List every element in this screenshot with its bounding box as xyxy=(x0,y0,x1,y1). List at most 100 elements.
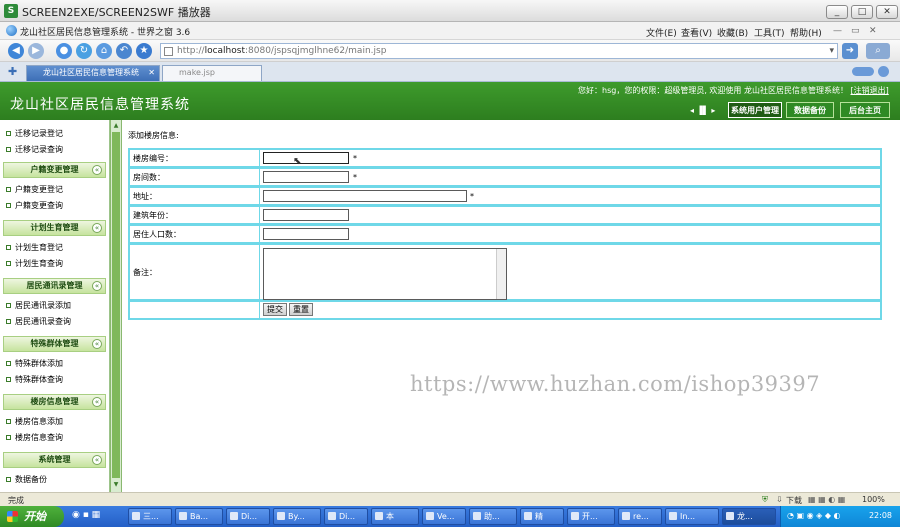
menu-view[interactable]: 查看(V) xyxy=(681,26,712,39)
task-item[interactable]: Ba... xyxy=(175,508,223,525)
tab-options-icon[interactable] xyxy=(878,66,889,77)
sidebar-item-household-register[interactable]: 户籍变更登记 xyxy=(6,184,63,195)
task-item[interactable]: 开... xyxy=(567,508,615,525)
sidebar-item-contacts-add[interactable]: 居民通讯录添加 xyxy=(6,300,71,311)
favorite-star-icon[interactable]: ★ xyxy=(136,43,152,59)
collapse-icon[interactable]: « xyxy=(92,165,102,175)
sidebar-group-contacts[interactable]: 居民通讯录管理 « xyxy=(3,278,106,294)
minimize-button[interactable]: _ xyxy=(826,5,848,19)
tray-icons[interactable]: ◔ ▣ ◉ ◈ ◆ ◐ xyxy=(787,511,841,520)
browser-restore-icon[interactable]: ▭ xyxy=(851,26,860,36)
status-tool-icon[interactable]: ▦ ▦ ◐ ▦ xyxy=(808,495,845,504)
home-icon[interactable]: ⌂ xyxy=(96,43,112,59)
back-icon[interactable]: ◀ xyxy=(8,43,24,59)
stop-icon[interactable]: ● xyxy=(56,43,72,59)
task-item[interactable]: 三... xyxy=(128,508,172,525)
address-dropdown-icon[interactable]: ▾ xyxy=(829,44,834,58)
sidebar-group-building[interactable]: 楼房信息管理 « xyxy=(3,394,106,410)
actions-label xyxy=(130,302,260,318)
year-input[interactable] xyxy=(263,209,349,221)
download-icon[interactable]: ⇩ xyxy=(776,495,783,504)
collapse-icon[interactable]: « xyxy=(92,455,102,465)
maximize-button[interactable]: □ xyxy=(851,5,873,19)
tab-make[interactable]: make.jsp xyxy=(162,65,262,81)
sidebar-group-system[interactable]: 系统管理 « xyxy=(3,452,106,468)
residents-input[interactable] xyxy=(263,228,349,240)
building-no-input[interactable] xyxy=(263,152,349,164)
rooms-input[interactable] xyxy=(263,171,349,183)
menu-file[interactable]: 文件(E) xyxy=(646,26,677,39)
sidebar-item-contacts-query[interactable]: 居民通讯录查询 xyxy=(6,316,71,327)
notes-textarea[interactable] xyxy=(263,248,507,300)
tab-close-icon[interactable]: ✕ xyxy=(148,66,155,80)
sidebar-group-household[interactable]: 户籍变更管理 « xyxy=(3,162,106,178)
menu-help[interactable]: 帮助(H) xyxy=(790,26,822,39)
tab-main[interactable]: 龙山社区居民信息管理系统 ✕ xyxy=(26,65,160,81)
rooms-required: * xyxy=(353,173,357,182)
tab-make-label: make.jsp xyxy=(179,68,215,77)
actions-cell: 提交 重置 xyxy=(260,302,880,318)
notes-scrollbar[interactable] xyxy=(496,249,506,299)
task-item[interactable]: Di... xyxy=(324,508,368,525)
menu-tools[interactable]: 工具(T) xyxy=(754,26,785,39)
browser-minimize-icon[interactable]: — xyxy=(833,26,842,36)
reset-button[interactable]: 重置 xyxy=(289,303,313,316)
zoom-level[interactable]: 100% xyxy=(862,495,885,504)
undo-icon[interactable]: ↶ xyxy=(116,43,132,59)
sidebar-item-planning-register[interactable]: 计划生育登记 xyxy=(6,242,63,253)
sidebar-item-special-add[interactable]: 特殊群体添加 xyxy=(6,358,63,369)
data-backup-button[interactable]: 数据备份 xyxy=(786,102,834,118)
sidebar-group-family-planning[interactable]: 计划生育管理 « xyxy=(3,220,106,236)
search-icon[interactable]: ⌕ xyxy=(866,43,890,59)
task-item[interactable]: 本 xyxy=(371,508,419,525)
quicklaunch-icons[interactable]: ◉ ▪ ▦ xyxy=(72,510,100,520)
collapse-icon[interactable]: « xyxy=(92,281,102,291)
forward-icon[interactable]: ▶ xyxy=(28,43,44,59)
download-label[interactable]: 下载 xyxy=(786,495,802,506)
sidebar-item-migration-register[interactable]: 迁移记录登记 xyxy=(6,128,63,139)
task-item[interactable]: By... xyxy=(273,508,321,525)
scroll-down-icon[interactable]: ▼ xyxy=(111,480,121,490)
collapse-icon[interactable]: « xyxy=(92,397,102,407)
tab-list-icon[interactable] xyxy=(852,67,874,76)
player-title: SCREEN2EXE/SCREEN2SWF 播放器 xyxy=(22,6,211,19)
browser-globe-icon xyxy=(6,25,17,36)
task-item[interactable]: Ve... xyxy=(422,508,466,525)
sidebar-item-special-query[interactable]: 特殊群体查询 xyxy=(6,374,63,385)
sidebar-item-household-query[interactable]: 户籍变更查询 xyxy=(6,200,63,211)
new-tab-icon[interactable]: ✚ xyxy=(8,65,17,78)
menu-favorites[interactable]: 收藏(B) xyxy=(717,26,748,39)
address-bar[interactable]: http://localhost:8080/jspsqjmglhne62/mai… xyxy=(160,43,838,59)
sidebar-scrollbar[interactable]: ▲ ▼ xyxy=(110,120,122,492)
browser-close-icon[interactable]: ✕ xyxy=(869,26,877,36)
sidebar-item-migration-query[interactable]: 迁移记录查询 xyxy=(6,144,63,155)
address-input[interactable] xyxy=(263,190,467,202)
system-user-button[interactable]: 系统用户管理 xyxy=(728,102,782,118)
logout-link[interactable]: [注销退出] xyxy=(851,86,889,95)
close-button[interactable]: ✕ xyxy=(876,5,898,19)
scroll-thumb[interactable] xyxy=(112,132,120,478)
sidebar-item-building-query[interactable]: 楼房信息查询 xyxy=(6,432,63,443)
sidebar-item-planning-query[interactable]: 计划生育查询 xyxy=(6,258,63,269)
start-button[interactable]: 开始 xyxy=(0,506,64,527)
go-icon[interactable]: ➜ xyxy=(842,43,858,59)
form-row-address: 地址： * xyxy=(128,186,882,206)
admin-home-button[interactable]: 后台主页 xyxy=(840,102,890,118)
app-header: 龙山社区居民信息管理系统 您好：hsg，您的权限：超级管理员, 欢迎使用 龙山社… xyxy=(0,82,900,120)
sidebar-item-building-add[interactable]: 楼房信息添加 xyxy=(6,416,63,427)
status-shield-icon[interactable]: ⛨ xyxy=(762,495,768,505)
collapse-icon[interactable]: « xyxy=(92,223,102,233)
scroll-up-icon[interactable]: ▲ xyxy=(111,121,121,131)
task-item[interactable]: re... xyxy=(618,508,662,525)
refresh-icon[interactable]: ↻ xyxy=(76,43,92,59)
task-item-active[interactable]: 龙... xyxy=(722,508,776,525)
task-item[interactable]: Di... xyxy=(226,508,270,525)
submit-button[interactable]: 提交 xyxy=(263,303,287,316)
sidebar-group-special[interactable]: 特殊群体管理 « xyxy=(3,336,106,352)
task-item[interactable]: In... xyxy=(665,508,719,525)
header-arrows-icon[interactable]: ◂ ▐▌ ▸ xyxy=(690,106,715,115)
sidebar-item-data-backup[interactable]: 数据备份 xyxy=(6,474,47,485)
task-item[interactable]: 助... xyxy=(469,508,517,525)
collapse-icon[interactable]: « xyxy=(92,339,102,349)
task-item[interactable]: 精 xyxy=(520,508,564,525)
